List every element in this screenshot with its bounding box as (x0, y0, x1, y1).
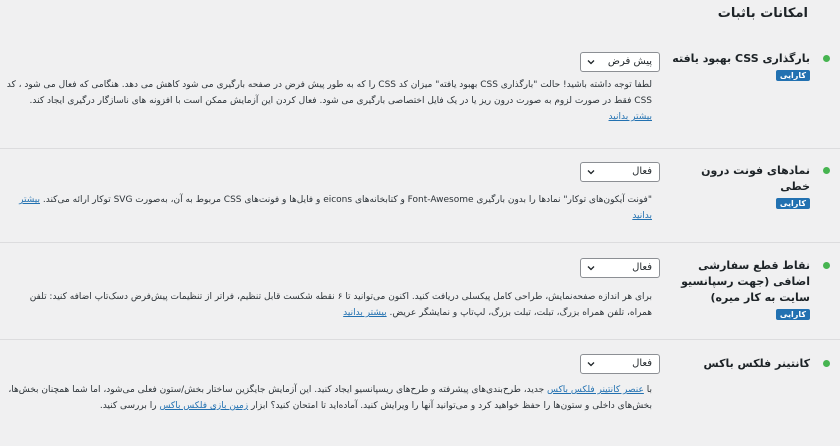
improved-css-select[interactable]: پیش فرض (580, 52, 660, 72)
custom-breakpoints-select[interactable]: فعال (580, 258, 660, 278)
improved-css-description: لطفا توجه داشته باشید! حالت "بارگذاری CS… (6, 80, 652, 122)
status-active-icon (823, 55, 830, 62)
learn-more-link[interactable]: بیشتر بدانید (343, 308, 386, 318)
learn-more-link[interactable]: بیشتر بدانید (609, 112, 652, 122)
inline-font-icons-description: "فونت آیکون‌های توکار" نمادها را بدون با… (19, 195, 652, 221)
chevron-down-icon (587, 60, 595, 65)
divider (0, 339, 840, 340)
feature-name-custom-breakpoints: نقاط قطع سفارشی اضافی (جهت رسپانسیو سایت… (670, 258, 830, 322)
feature-name-improved-css: بارگذاری CSS بهبود یافته کارایی (670, 51, 830, 83)
feature-name-inline-font-icons: نمادهای فونت درون خطی کارایی (670, 163, 830, 211)
chevron-down-icon (587, 362, 595, 367)
feature-name-flexbox-container: کانتینر فلکس باکس (670, 356, 830, 372)
flexbox-playground-link[interactable]: زمین بازی فلکس باکس (159, 401, 248, 411)
performance-badge: کارایی (775, 70, 810, 81)
performance-badge: کارایی (775, 309, 810, 320)
divider (0, 242, 840, 243)
flexbox-container-element-link[interactable]: عنصر کانتینر فلکس باکس (547, 385, 644, 395)
status-active-icon (823, 360, 830, 367)
performance-badge: کارایی (775, 198, 810, 209)
chevron-down-icon (587, 170, 595, 175)
flexbox-container-description: با عنصر کانتینر فلکس باکس جدید، طرح‌بندی… (8, 385, 652, 411)
status-active-icon (823, 167, 830, 174)
inline-font-icons-select[interactable]: فعال (580, 162, 660, 182)
status-active-icon (823, 262, 830, 269)
divider (0, 148, 840, 149)
chevron-down-icon (587, 266, 595, 271)
page-title: امکانات باثبات (717, 6, 808, 21)
flexbox-container-select[interactable]: فعال (580, 354, 660, 374)
custom-breakpoints-description: برای هر اندازه صفحه‌نمایش، طراحی کامل پی… (29, 292, 652, 318)
